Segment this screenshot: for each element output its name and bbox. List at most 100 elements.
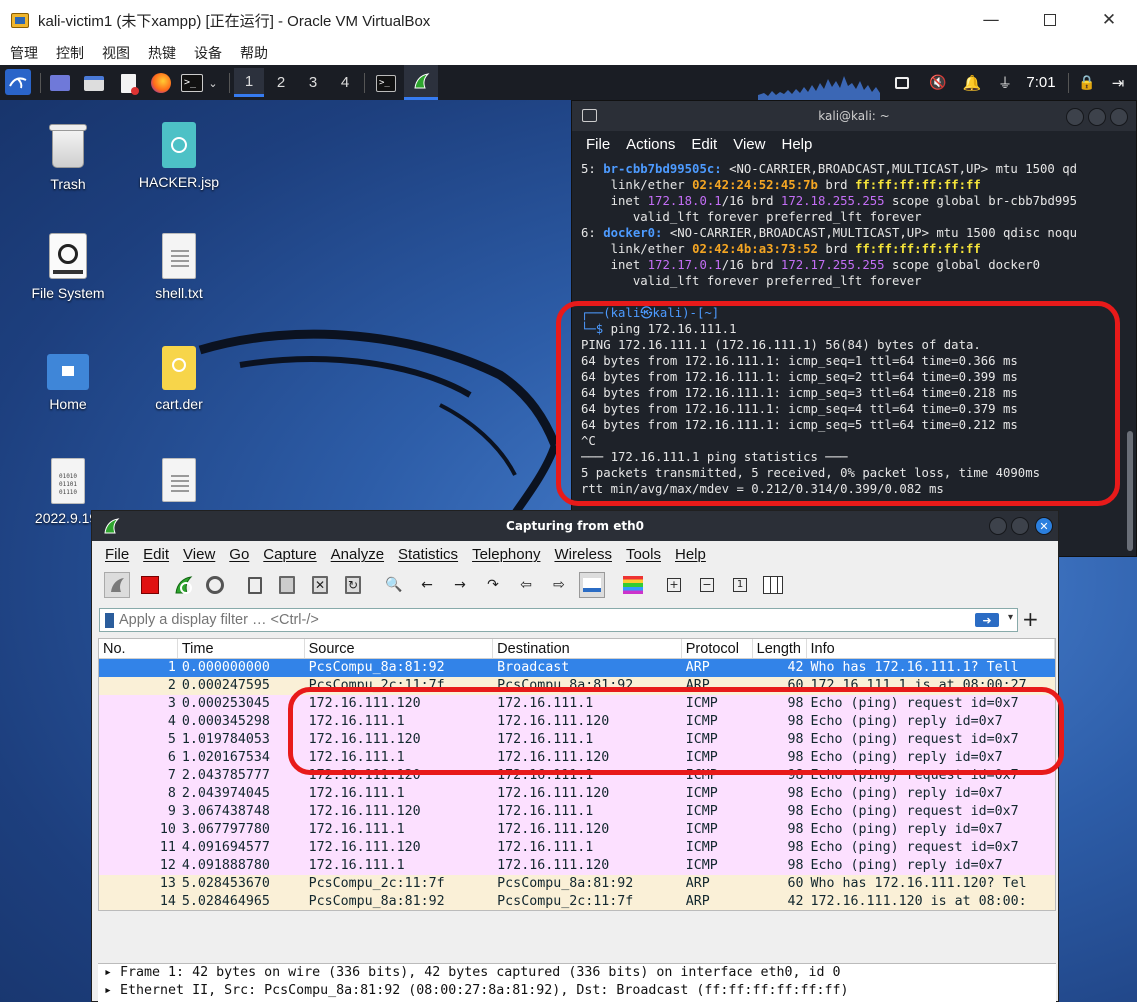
vbox-menu-manage[interactable]: 管理 [10,43,38,63]
ws-menu-statistics[interactable]: Statistics [398,546,458,563]
ws-menu-tools[interactable]: Tools [626,546,661,563]
colorize-icon[interactable] [620,572,646,598]
packet-row[interactable]: 3 0.000253045 172.16.111.120 172.16.111.1 IC… [99,695,1055,713]
go-to-packet-icon[interactable]: ↷ [480,572,506,598]
ws-menu-edit[interactable]: Edit [143,546,169,563]
wireshark-close-button[interactable]: ✕ [1035,517,1053,535]
packet-list[interactable]: No. Time Source Destination Protocol Len… [98,638,1056,911]
column-header-source[interactable]: Source [305,639,494,658]
apply-filter-arrow-icon[interactable]: ➜ [975,613,999,627]
taskbar-terminal-icon[interactable]: >_ [374,71,398,95]
wireshark-minimize-button[interactable] [989,517,1007,535]
ws-menu-file[interactable]: File [105,546,129,563]
desktop-icon-shell-txt[interactable]: shell.txt [124,233,234,301]
ws-menu-help[interactable]: Help [675,546,706,563]
terminal-scrollbar[interactable] [1127,431,1133,551]
resize-columns-icon[interactable] [760,572,786,598]
desktop-icon-hacker-jsp[interactable]: HACKER.jsp [124,122,234,190]
panel-clock[interactable]: 7:01 [1020,65,1062,100]
start-capture-fin-icon[interactable] [104,572,130,598]
go-last-packet-icon[interactable]: ⇨ [546,572,572,598]
vbox-menu-help[interactable]: 帮助 [240,43,268,63]
workspace-1[interactable]: 1 [234,68,264,97]
ws-menu-capture[interactable]: Capture [263,546,316,563]
column-header-no[interactable]: No. [99,639,178,658]
save-file-icon[interactable] [274,572,300,598]
terminal-launcher-icon[interactable]: >_ [180,71,204,95]
packet-row[interactable]: 12 4.091888780 172.16.111.1 172.16.111.120 I… [99,857,1055,875]
close-button[interactable]: ✕ [1086,4,1132,36]
column-header-length[interactable]: Length [753,639,807,658]
column-header-protocol[interactable]: Protocol [682,639,753,658]
reload-file-icon[interactable]: ↻ [340,572,366,598]
detail-row-frame[interactable]: ▸ Frame 1: 42 bytes on wire (336 bits), … [98,964,1056,982]
terminal-titlebar[interactable]: kali@kali: ~ [572,101,1136,131]
ws-menu-go[interactable]: Go [229,546,249,563]
packet-row[interactable]: 6 1.020167534 172.16.111.1 172.16.111.120 IC… [99,749,1055,767]
go-back-arrow-icon[interactable]: ← [414,572,440,598]
maximize-button[interactable] [1027,4,1073,36]
wireshark-window[interactable]: Capturing from eth0 ✕ File Edit View Go … [91,510,1059,1002]
desktop-icon-trash[interactable]: Trash [13,122,123,192]
desktop-icon-cart-der[interactable]: cart.der [124,346,234,412]
logout-icon[interactable]: ⇥ [1106,65,1130,100]
detail-row-ethernet[interactable]: ▸ Ethernet II, Src: PcsCompu_8a:81:92 (0… [98,982,1056,1000]
kali-menu-button[interactable] [5,69,31,95]
column-header-info[interactable]: Info [807,639,1055,658]
packet-row[interactable]: 8 2.043974045 172.16.111.1 172.16.111.120 IC… [99,785,1055,803]
stop-capture-icon[interactable] [137,572,163,598]
packet-row[interactable]: 11 4.091694577 172.16.111.120 172.16.111.1 I… [99,839,1055,857]
wireshark-maximize-button[interactable] [1011,517,1029,535]
close-file-icon[interactable]: ✕ [307,572,333,598]
go-first-packet-icon[interactable]: ⇦ [513,572,539,598]
normal-size-icon[interactable]: 1 [727,572,753,598]
packet-details-pane[interactable]: ▸ Frame 1: 42 bytes on wire (336 bits), … [98,963,1056,1002]
terminal-menu-edit[interactable]: Edit [691,136,717,153]
wireshark-titlebar[interactable]: Capturing from eth0 ✕ [92,511,1058,541]
find-packet-search-icon[interactable]: 🔍 [381,572,407,598]
zoom-in-icon[interactable]: + [661,572,687,598]
column-header-destination[interactable]: Destination [493,639,682,658]
vbox-menu-hotkey[interactable]: 热键 [148,43,176,63]
packet-row[interactable]: 1 0.000000000 PcsCompu_8a:81:92 Broadcast AR… [99,659,1055,677]
terminal-menu-view[interactable]: View [733,136,765,153]
terminal-menu-file[interactable]: File [586,136,610,153]
autoscroll-icon[interactable] [579,572,605,598]
packet-row[interactable]: 9 3.067438748 172.16.111.120 172.16.111.1 IC… [99,803,1055,821]
file-manager-icon[interactable] [82,71,106,95]
terminal-window[interactable]: kali@kali: ~ File Actions Edit View Help… [571,100,1137,557]
packet-row[interactable]: 14 5.028464965 PcsCompu_8a:81:92 PcsCompu_2… [99,893,1055,910]
ws-menu-view[interactable]: View [183,546,215,563]
firefox-icon[interactable] [149,71,173,95]
packet-row[interactable]: 5 1.019784053 172.16.111.120 172.16.111.1 IC… [99,731,1055,749]
go-forward-arrow-icon[interactable]: → [447,572,473,598]
filter-bookmark-icon[interactable] [105,612,114,628]
capture-options-gear-icon[interactable] [202,572,228,598]
add-filter-button[interactable]: + [1022,607,1039,631]
terminal-menu-help[interactable]: Help [781,136,812,153]
packet-row[interactable]: 13 5.028453670 PcsCompu_2c:11:7f PcsCompu_8… [99,875,1055,893]
speaker-muted-icon[interactable]: 🔇 [926,65,950,100]
desktop-icon-home[interactable]: Home [13,350,123,412]
vbox-menu-devices[interactable]: 设备 [194,43,222,63]
terminal-minimize-button[interactable] [1066,108,1084,126]
ws-menu-telephony[interactable]: Telephony [472,546,540,563]
power-plug-icon[interactable]: ⏚ [994,65,1016,100]
display-filter-input[interactable] [119,612,959,628]
packet-row[interactable]: 2 0.000247595 PcsCompu_2c:11:7f PcsCompu_8a… [99,677,1055,695]
notification-bell-icon[interactable]: 🔔 [960,65,984,100]
workspace-3[interactable]: 3 [298,68,328,97]
workspace-4[interactable]: 4 [330,68,360,97]
text-editor-icon[interactable] [116,71,140,95]
taskbar-wireshark-icon[interactable] [404,65,438,100]
packet-row[interactable]: 7 2.043785777 172.16.111.120 172.16.111.1 IC… [99,767,1055,785]
minimize-button[interactable]: — [968,4,1014,36]
ws-menu-wireless[interactable]: Wireless [554,546,612,563]
filter-history-dropdown-icon[interactable]: ▾ [1008,612,1013,623]
terminal-output[interactable]: 5: br-cbb7bd99505c: <NO-CARRIER,BROADCAS… [581,161,1122,497]
terminal-menu-actions[interactable]: Actions [626,136,675,153]
chevron-down-icon[interactable]: ⌄ [204,71,222,95]
display-icon[interactable] [890,65,914,100]
packet-row[interactable]: 10 3.067797780 172.16.111.1 172.16.111.120 I… [99,821,1055,839]
column-header-time[interactable]: Time [178,639,305,658]
